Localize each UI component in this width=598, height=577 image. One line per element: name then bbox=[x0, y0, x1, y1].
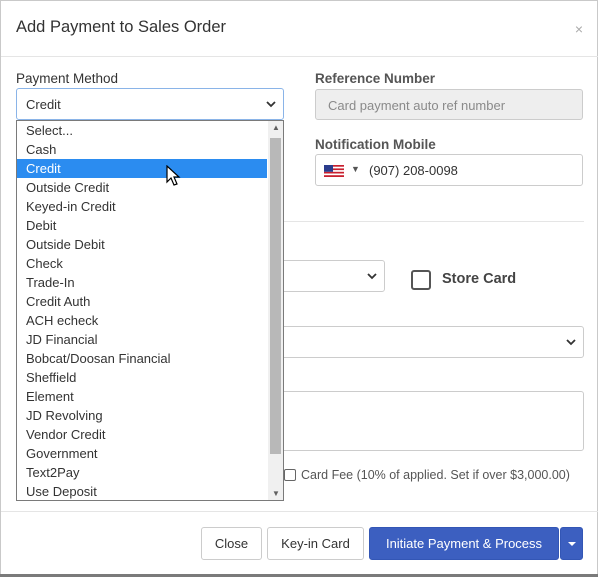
scroll-up-icon[interactable]: ▲ bbox=[272, 123, 280, 132]
dropdown-option[interactable]: Sheffield bbox=[17, 368, 267, 387]
dropdown-option[interactable]: Outside Debit bbox=[17, 235, 267, 254]
chevron-down-icon bbox=[367, 273, 377, 280]
card-fee-checkbox[interactable] bbox=[284, 469, 296, 481]
scrollbar-thumb[interactable] bbox=[270, 138, 281, 454]
dropdown-option[interactable]: Check bbox=[17, 254, 267, 273]
us-flag-icon[interactable] bbox=[324, 165, 344, 177]
dropdown-option[interactable]: Text2Pay bbox=[17, 463, 267, 482]
dropdown-option[interactable]: ACH echeck bbox=[17, 311, 267, 330]
dropdown-option[interactable]: Government bbox=[17, 444, 267, 463]
dropdown-option[interactable]: Use Deposit bbox=[17, 482, 267, 500]
split-dropdown-button[interactable] bbox=[560, 527, 583, 560]
footer-divider bbox=[1, 511, 598, 512]
dropdown-option[interactable]: Credit Auth bbox=[17, 292, 267, 311]
secondary-select[interactable] bbox=[271, 260, 385, 292]
dialog-header: Add Payment to Sales Order × bbox=[1, 1, 598, 57]
reference-number-input[interactable]: Card payment auto ref number bbox=[315, 89, 583, 120]
reference-number-label: Reference Number bbox=[315, 71, 436, 86]
payment-method-select[interactable]: Credit bbox=[16, 88, 284, 120]
notification-mobile-input[interactable]: ▼ (907) 208-0098 bbox=[315, 154, 583, 186]
dropdown-option[interactable]: JD Financial bbox=[17, 330, 267, 349]
chevron-down-icon bbox=[266, 101, 276, 108]
dropdown-option[interactable]: JD Revolving bbox=[17, 406, 267, 425]
caret-down-icon[interactable]: ▼ bbox=[351, 164, 360, 174]
dropdown-option[interactable]: Trade-In bbox=[17, 273, 267, 292]
dropdown-option[interactable]: Element bbox=[17, 387, 267, 406]
payment-method-value: Credit bbox=[26, 97, 61, 112]
dropdown-option[interactable]: Keyed-in Credit bbox=[17, 197, 267, 216]
dropdown-option[interactable]: Outside Credit bbox=[17, 178, 267, 197]
store-card-label: Store Card bbox=[442, 271, 517, 287]
key-in-card-button[interactable]: Key-in Card bbox=[267, 527, 364, 560]
caret-down-icon bbox=[567, 541, 576, 546]
dropdown-option[interactable]: Vendor Credit bbox=[17, 425, 267, 444]
add-payment-dialog: Add Payment to Sales Order × Payment Met… bbox=[0, 0, 598, 577]
dropdown-option[interactable]: Bobcat/Doosan Financial bbox=[17, 349, 267, 368]
dropdown-option[interactable]: Debit bbox=[17, 216, 267, 235]
mobile-number-value: (907) 208-0098 bbox=[369, 163, 458, 178]
dropdown-option-highlighted[interactable]: Credit bbox=[17, 159, 267, 178]
close-button[interactable]: Close bbox=[201, 527, 262, 560]
dropdown-option[interactable]: Cash bbox=[17, 140, 267, 159]
payment-method-dropdown-list[interactable]: Select... Cash Credit Outside Credit Key… bbox=[16, 120, 284, 501]
close-icon[interactable]: × bbox=[575, 21, 583, 37]
scroll-down-icon[interactable]: ▼ bbox=[272, 489, 280, 498]
card-select[interactable] bbox=[271, 326, 584, 358]
notes-textarea[interactable] bbox=[271, 391, 584, 451]
card-fee-label: Card Fee (10% of applied. Set if over $3… bbox=[301, 468, 570, 482]
dropdown-scrollbar[interactable]: ▲ ▼ bbox=[268, 121, 283, 500]
chevron-down-icon bbox=[566, 339, 576, 346]
store-card-checkbox[interactable] bbox=[411, 270, 431, 290]
dialog-title: Add Payment to Sales Order bbox=[16, 18, 227, 36]
notification-mobile-label: Notification Mobile bbox=[315, 137, 436, 152]
dropdown-option[interactable]: Select... bbox=[17, 121, 267, 140]
mouse-pointer-icon bbox=[166, 165, 181, 186]
initiate-payment-button[interactable]: Initiate Payment & Process bbox=[369, 527, 559, 560]
payment-method-label: Payment Method bbox=[16, 71, 119, 86]
